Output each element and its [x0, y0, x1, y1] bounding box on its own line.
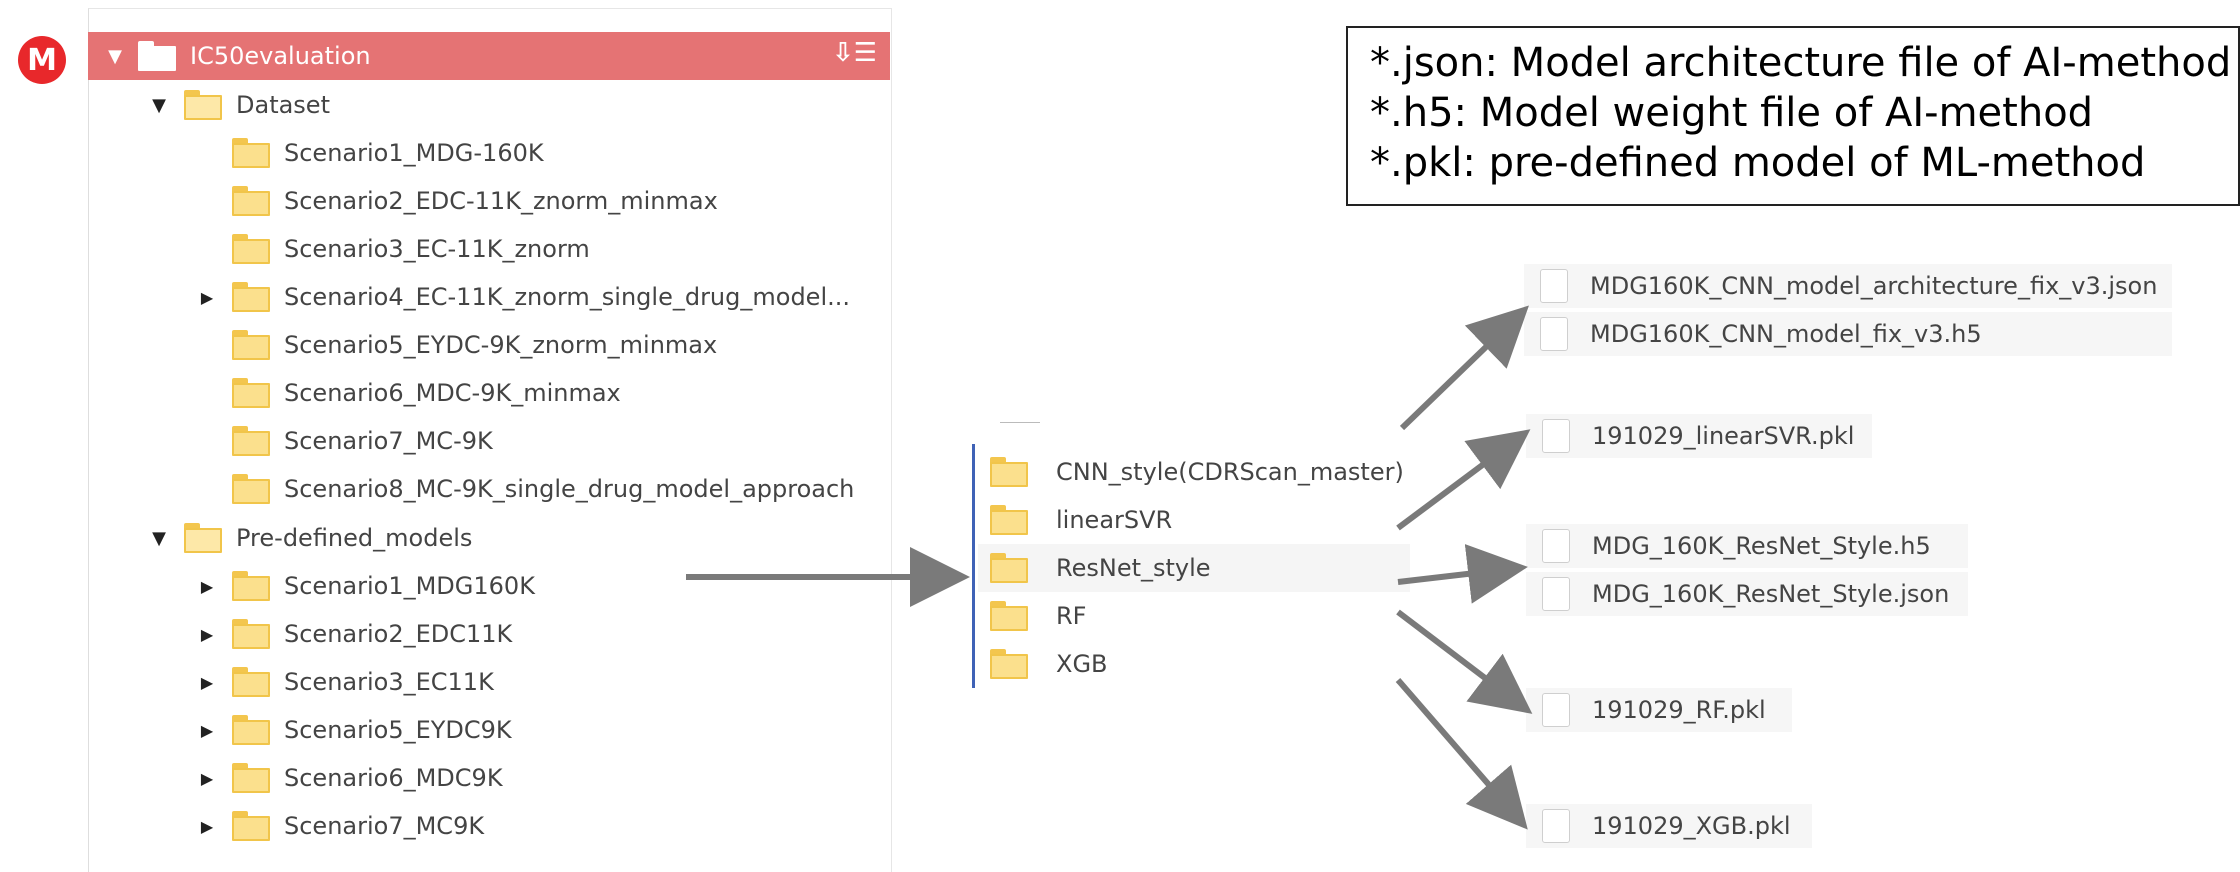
arrow-to-svr-file	[1396, 429, 1531, 531]
arrow-to-rf-file	[1396, 609, 1533, 714]
arrow-to-cnn-files	[1399, 305, 1529, 431]
arrow-to-resnet-files	[1397, 544, 1528, 604]
arrow-to-xgb-file	[1395, 678, 1528, 830]
connector-arrows	[686, 305, 1533, 830]
